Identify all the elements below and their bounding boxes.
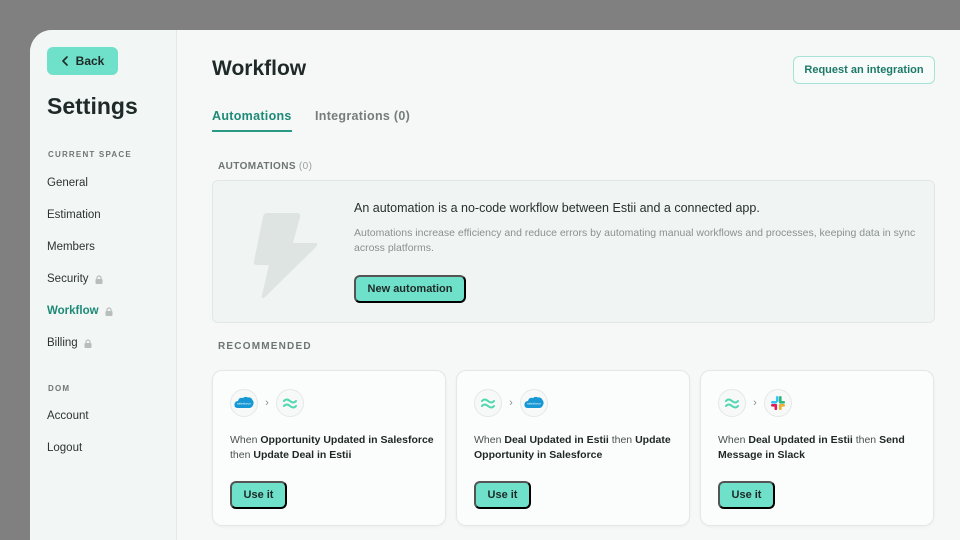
sidebar: Back Settings CURRENT SPACE General Esti… (30, 30, 177, 540)
estii-icon (718, 389, 746, 417)
sidebar-item-label: Billing (47, 337, 78, 349)
sidebar-item-general[interactable]: General (47, 177, 88, 189)
automations-label-text: AUTOMATIONS (218, 161, 296, 172)
use-it-button[interactable]: Use it (474, 481, 531, 509)
arrow-right-icon: › (753, 397, 757, 409)
settings-title: Settings (47, 93, 138, 119)
sidebar-item-estimation[interactable]: Estimation (47, 209, 101, 221)
page-title: Workflow (212, 57, 307, 80)
card-trigger: Deal Updated in Estii (748, 434, 853, 446)
back-label: Back (75, 54, 105, 68)
recommended-section-label: RECOMMENDED (218, 341, 312, 352)
estii-icon (276, 389, 304, 417)
automations-count: (0) (298, 161, 313, 172)
sidebar-item-billing[interactable]: Billing (47, 337, 92, 349)
empty-state-heading: An automation is a no-code workflow betw… (354, 201, 760, 215)
svg-text:salesforce: salesforce (527, 402, 541, 406)
card-text-part: When (718, 434, 749, 446)
request-integration-button[interactable]: Request an integration (793, 56, 935, 84)
card-description: When Deal Updated in Estii then Send Mes… (718, 433, 923, 463)
arrow-right-icon: › (509, 397, 513, 409)
slack-icon (764, 389, 792, 417)
sidebar-item-label: Members (47, 241, 95, 253)
sidebar-item-label: Estimation (47, 209, 101, 221)
sidebar-item-label: Logout (47, 442, 83, 454)
sidebar-item-label: Account (47, 410, 89, 422)
salesforce-icon: salesforce (230, 389, 258, 417)
card-text-part: When (474, 434, 505, 446)
sidebar-item-logout[interactable]: Logout (47, 442, 82, 454)
sidebar-item-label: Workflow (47, 305, 99, 317)
use-it-button[interactable]: Use it (230, 481, 287, 509)
card-description: When Opportunity Updated in Salesforce t… (230, 433, 435, 463)
empty-state-description: Automations increase efficiency and redu… (354, 227, 916, 254)
card-text-part: then (608, 434, 636, 446)
sidebar-item-workflow[interactable]: Workflow (47, 305, 113, 317)
recommended-card: › When Deal Updated in Estii then Send M… (700, 370, 934, 526)
automations-empty-state: An automation is a no-code workflow betw… (212, 180, 935, 323)
section-label-current-space: CURRENT SPACE (48, 150, 132, 159)
card-text-part: then (852, 434, 880, 446)
chevron-left-icon (61, 56, 68, 66)
main-content: Workflow Request an integration Automati… (177, 30, 960, 540)
card-trigger: Opportunity Updated in Salesforce (260, 434, 434, 446)
tab-automations[interactable]: Automations (212, 109, 292, 132)
card-text-part: then (230, 449, 254, 461)
card-action: Update Deal in Estii (253, 449, 352, 461)
arrow-right-icon: › (265, 397, 269, 409)
back-button[interactable]: Back (47, 47, 118, 75)
sidebar-item-label: Security (47, 273, 89, 285)
tab-integrations[interactable]: Integrations (0) (315, 109, 410, 130)
automations-section-label: AUTOMATIONS (0) (218, 161, 312, 172)
card-trigger: Deal Updated in Estii (504, 434, 609, 446)
card-description: When Deal Updated in Estii then Update O… (474, 433, 679, 463)
recommended-card: › salesforce When Deal Updated in Estii … (456, 370, 690, 526)
sidebar-item-members[interactable]: Members (47, 241, 95, 253)
lock-icon (105, 306, 113, 316)
card-text-part: When (230, 434, 261, 446)
lock-icon (95, 274, 103, 284)
sidebar-item-account[interactable]: Account (47, 410, 89, 422)
new-automation-button[interactable]: New automation (354, 275, 466, 303)
estii-icon (474, 389, 502, 417)
salesforce-icon: salesforce (520, 389, 548, 417)
sidebar-item-label: General (47, 177, 88, 189)
lock-icon (84, 338, 92, 348)
svg-text:salesforce: salesforce (237, 402, 251, 406)
integration-flow: salesforce › (230, 389, 304, 417)
lightning-bolt-icon (253, 213, 318, 299)
settings-window: Back Settings CURRENT SPACE General Esti… (30, 30, 960, 540)
section-label-dom: DOM (48, 384, 71, 393)
integration-flow: › (718, 389, 792, 417)
recommended-card: salesforce › When Opportunity Updated in… (212, 370, 446, 526)
integration-flow: › salesforce (474, 389, 548, 417)
sidebar-item-security[interactable]: Security (47, 273, 103, 285)
use-it-button[interactable]: Use it (718, 481, 775, 509)
